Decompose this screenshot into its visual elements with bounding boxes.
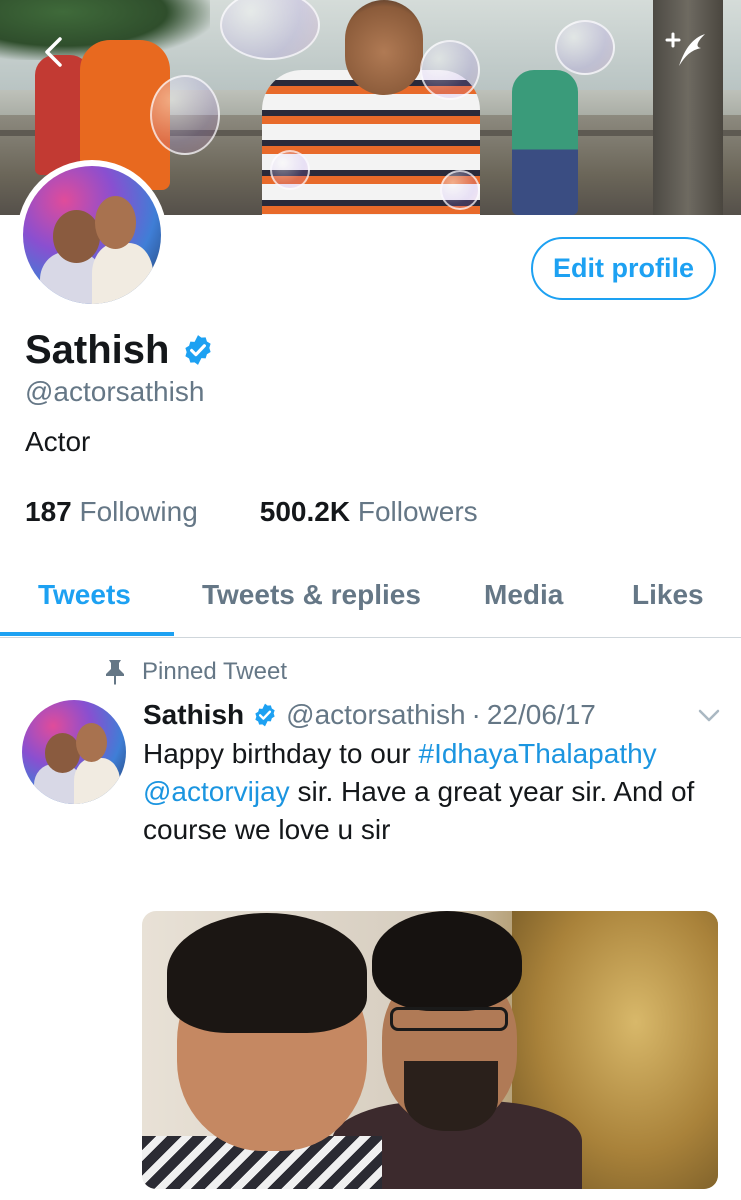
profile-handle: @actorsathish	[25, 376, 205, 407]
pinned-tweet-label-row: Pinned Tweet	[104, 656, 287, 688]
profile-stats: 187 Following 500.2K Followers	[25, 496, 540, 528]
banner-main-person-head	[345, 0, 423, 95]
profile-bio: Actor	[25, 426, 91, 457]
tweet-text: Happy birthday to our #IdhayaThalapathy …	[143, 735, 718, 849]
following-stat[interactable]: 187 Following	[25, 496, 198, 528]
photo-beard	[404, 1061, 498, 1131]
tweet-author-handle[interactable]: @actorsathish	[286, 699, 465, 731]
chevron-down-icon[interactable]	[696, 702, 722, 728]
tab-tweets[interactable]: Tweets	[38, 560, 131, 638]
following-label: Following	[79, 496, 198, 527]
profile-name-row: Sathish	[25, 325, 215, 375]
tweet-header: Sathish @actorsathish · 22/06/17	[143, 696, 596, 734]
tweet-text-part: Happy birthday to our	[143, 738, 419, 769]
photo-person-hair	[167, 913, 367, 1033]
followers-count: 500.2K	[259, 496, 351, 527]
hashtag-link[interactable]: #IdhayaThalapathy	[419, 738, 657, 769]
following-count: 187	[25, 496, 72, 527]
profile-avatar[interactable]	[17, 160, 167, 310]
edit-profile-button[interactable]: Edit profile	[531, 237, 716, 300]
pinned-tweet-label: Pinned Tweet	[142, 658, 287, 685]
tweet-date[interactable]: 22/06/17	[487, 699, 596, 731]
bubble	[270, 150, 310, 190]
tweet-separator: ·	[471, 699, 481, 730]
mention-link[interactable]: @actorvijay	[143, 776, 290, 807]
tab-media[interactable]: Media	[484, 560, 563, 638]
followers-label: Followers	[357, 496, 478, 527]
photo-person-hair	[372, 911, 522, 1011]
compose-tweet-button[interactable]	[664, 28, 712, 76]
tweet-media-photo[interactable]	[142, 911, 718, 1189]
tab-likes[interactable]: Likes	[632, 560, 704, 638]
verified-badge-icon	[255, 703, 275, 727]
photo-glasses	[390, 1007, 508, 1031]
bubble	[555, 20, 615, 75]
banner-person	[512, 70, 578, 215]
bubble	[420, 40, 480, 100]
profile-name: Sathish	[25, 327, 170, 372]
compose-tweet-icon	[665, 32, 705, 66]
pin-icon	[106, 660, 124, 685]
active-tab-indicator	[0, 632, 174, 636]
profile-tabs: Tweets Tweets & replies Media Likes	[0, 560, 741, 638]
tweet-author-name[interactable]: Sathish	[143, 699, 244, 731]
tweet-author-avatar[interactable]	[22, 700, 126, 804]
back-button[interactable]	[40, 36, 72, 68]
tab-tweets-and-replies[interactable]: Tweets & replies	[202, 560, 421, 638]
bubble	[150, 75, 220, 155]
verified-badge-icon	[185, 335, 212, 365]
bubble	[440, 170, 480, 210]
chevron-left-icon	[45, 37, 62, 67]
followers-stat[interactable]: 500.2K Followers	[260, 496, 478, 528]
